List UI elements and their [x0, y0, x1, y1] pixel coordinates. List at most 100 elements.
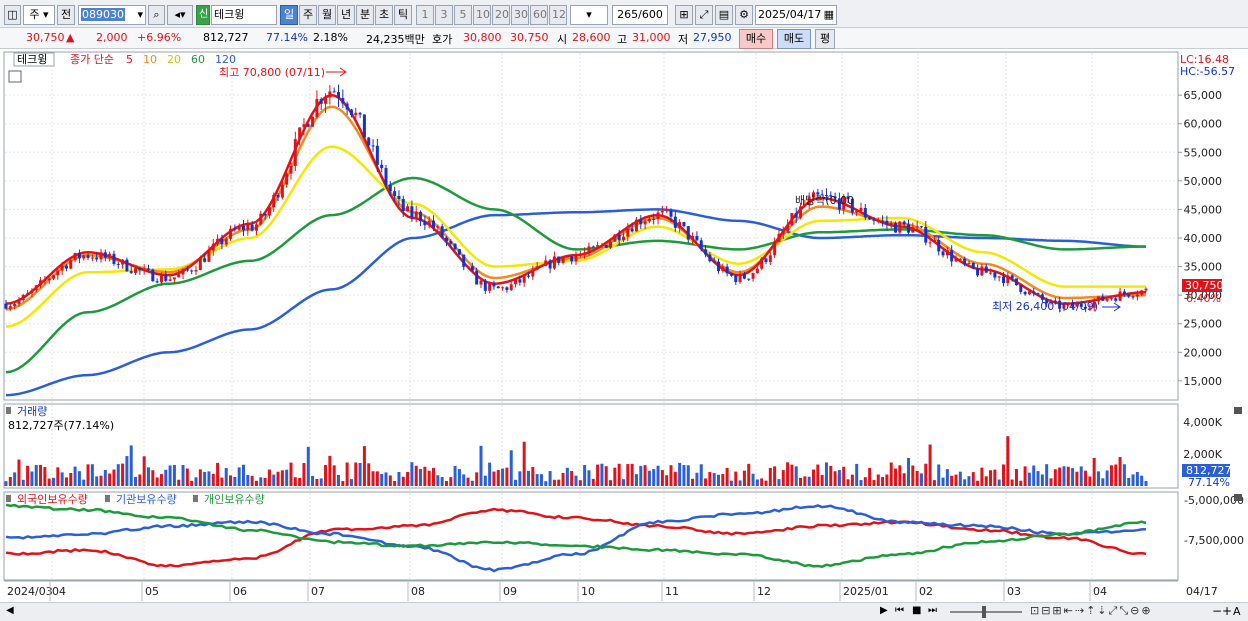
volume-bar — [824, 462, 828, 486]
candle-body — [466, 266, 470, 268]
interval-tab-10[interactable]: 10 — [473, 5, 491, 25]
volume-bar — [324, 465, 328, 486]
zoom-in-icon[interactable]: + — [1222, 604, 1232, 618]
scroll-right-icon[interactable]: ▶ — [880, 605, 888, 616]
eval-button[interactable]: 평 — [815, 29, 835, 49]
candle-body — [142, 268, 146, 271]
volume-bar — [907, 457, 910, 486]
save-icon[interactable]: ▤ — [715, 5, 733, 25]
draw-tools-icon[interactable]: ⊡⊟⊞⇤⇢⇡⇣⤢⤡⊖⊕ — [1030, 604, 1153, 618]
candle-body — [280, 184, 284, 198]
candle-body — [902, 221, 906, 225]
candle-body — [971, 262, 975, 269]
low-price: 27,950 — [693, 31, 732, 44]
volume-bar — [1105, 470, 1109, 486]
chart-type-icon[interactable]: ◫ — [4, 5, 21, 25]
candle-body — [86, 255, 90, 258]
volume-bar — [596, 464, 600, 486]
search-icon[interactable]: ⌕ — [148, 5, 165, 25]
interval-dropdown[interactable]: ▾ — [570, 5, 608, 25]
period-tab-3[interactable]: 년 — [337, 5, 355, 25]
table-toggle-icon[interactable] — [8, 70, 22, 83]
interval-tab-5[interactable]: 5 — [454, 5, 472, 25]
candle-body — [267, 207, 271, 216]
volume-bar — [881, 477, 885, 486]
stock-name-field[interactable]: 테크윙 — [211, 5, 277, 25]
volume-tick-label: 2,000K — [1183, 448, 1222, 461]
volume-bar — [39, 464, 43, 486]
volume-bar — [216, 462, 220, 486]
date-label: 12 — [757, 585, 771, 598]
volume-bar — [1075, 471, 1079, 486]
candle-body — [1006, 275, 1010, 284]
interval-tab-120[interactable]: 120 — [549, 5, 567, 25]
volume-bar — [604, 466, 608, 486]
zoom-out-icon[interactable]: − — [1212, 604, 1222, 618]
volume-bar — [332, 465, 336, 486]
candle-body — [552, 256, 556, 269]
interval-tab-3[interactable]: 3 — [435, 5, 453, 25]
first-page-icon[interactable]: ⏮ — [895, 605, 904, 616]
candle-body — [77, 253, 81, 259]
indicator-icon[interactable]: ⊞ — [675, 5, 693, 25]
candle-body — [773, 241, 777, 256]
ask-price-2: 30,750 — [510, 31, 549, 44]
volume-bar — [285, 469, 289, 486]
period-tab-2[interactable]: 월 — [318, 5, 336, 25]
candle-body — [246, 224, 250, 231]
volume-bar — [371, 471, 375, 486]
volume-bar — [77, 471, 81, 486]
prev-button[interactable]: 전 — [57, 5, 75, 25]
gear-icon[interactable]: ⚙ — [735, 5, 753, 25]
volume-bar — [704, 478, 708, 486]
candle-body — [90, 257, 94, 259]
volume-bar — [73, 466, 77, 486]
volume-close-icon[interactable] — [1234, 407, 1242, 414]
volume-bar — [1058, 467, 1062, 486]
volume-bar — [86, 464, 90, 486]
volume-bar — [43, 467, 47, 486]
volume-bar — [790, 464, 794, 486]
volume-bar — [1118, 457, 1122, 486]
stop-icon[interactable]: ■ — [912, 605, 921, 616]
buy-button[interactable]: 매수 — [739, 29, 773, 49]
candle-body — [514, 279, 518, 285]
candle-body — [1036, 293, 1040, 295]
auto-scale-icon[interactable]: A — [1233, 605, 1241, 618]
stock-code-input[interactable]: 089030 ▾ — [78, 5, 146, 25]
interval-tab-60[interactable]: 60 — [530, 5, 548, 25]
sound-icon[interactable]: ◂▾ — [167, 5, 193, 25]
last-page-icon[interactable]: ⏭ — [928, 605, 937, 616]
period-tab-4[interactable]: 분 — [356, 5, 374, 25]
volume-bar — [349, 479, 353, 486]
date-field[interactable]: 2025/04/17 ▦ — [755, 5, 837, 25]
interval-tab-20[interactable]: 20 — [492, 5, 510, 25]
zoom-slider-thumb[interactable] — [982, 606, 986, 618]
scroll-left-icon[interactable]: ◀ — [6, 605, 14, 616]
period-tab-5[interactable]: 초 — [375, 5, 393, 25]
interval-tab-1[interactable]: 1 — [416, 5, 434, 25]
holdings-legend-label: 기관보유수량 — [116, 493, 177, 506]
zoom-slider-track[interactable] — [950, 611, 1022, 613]
volume-bar — [315, 478, 319, 486]
sell-button[interactable]: 매도 — [777, 29, 811, 49]
period-tab-6[interactable]: 틱 — [394, 5, 412, 25]
volume-readout: 812,727주(77.14%) — [8, 419, 114, 432]
calendar-icon[interactable]: ▦ — [824, 6, 834, 24]
volume-bar — [527, 470, 530, 486]
period-mode-select[interactable]: 주 ▾ — [23, 5, 55, 25]
stock-chart[interactable]: 65,000 60,000 55,000 50,000 45,000 40,000 35,0… — [0, 50, 1248, 602]
code-dropdown-icon[interactable]: ▾ — [137, 6, 143, 24]
stock-code-value: 089030 — [81, 8, 125, 21]
holdings-close-icon[interactable] — [1234, 494, 1242, 501]
horizontal-scrollbar[interactable]: ◀ ▶ ⏮ ■ ⏭ ⊡⊟⊞⇤⇢⇡⇣⤢⤡⊖⊕ − + A — [0, 602, 1248, 621]
draw-tool-icon[interactable]: ⤢ — [695, 5, 713, 25]
candle-body — [634, 219, 638, 232]
bar-count-field[interactable]: 265/600 — [612, 5, 668, 25]
period-tab-1[interactable]: 주 — [299, 5, 317, 25]
candle-body — [885, 220, 889, 225]
interval-tab-30[interactable]: 30 — [511, 5, 529, 25]
volume-bar — [90, 464, 94, 486]
volume-bar — [1023, 466, 1027, 486]
period-tab-0[interactable]: 일 — [280, 5, 298, 25]
